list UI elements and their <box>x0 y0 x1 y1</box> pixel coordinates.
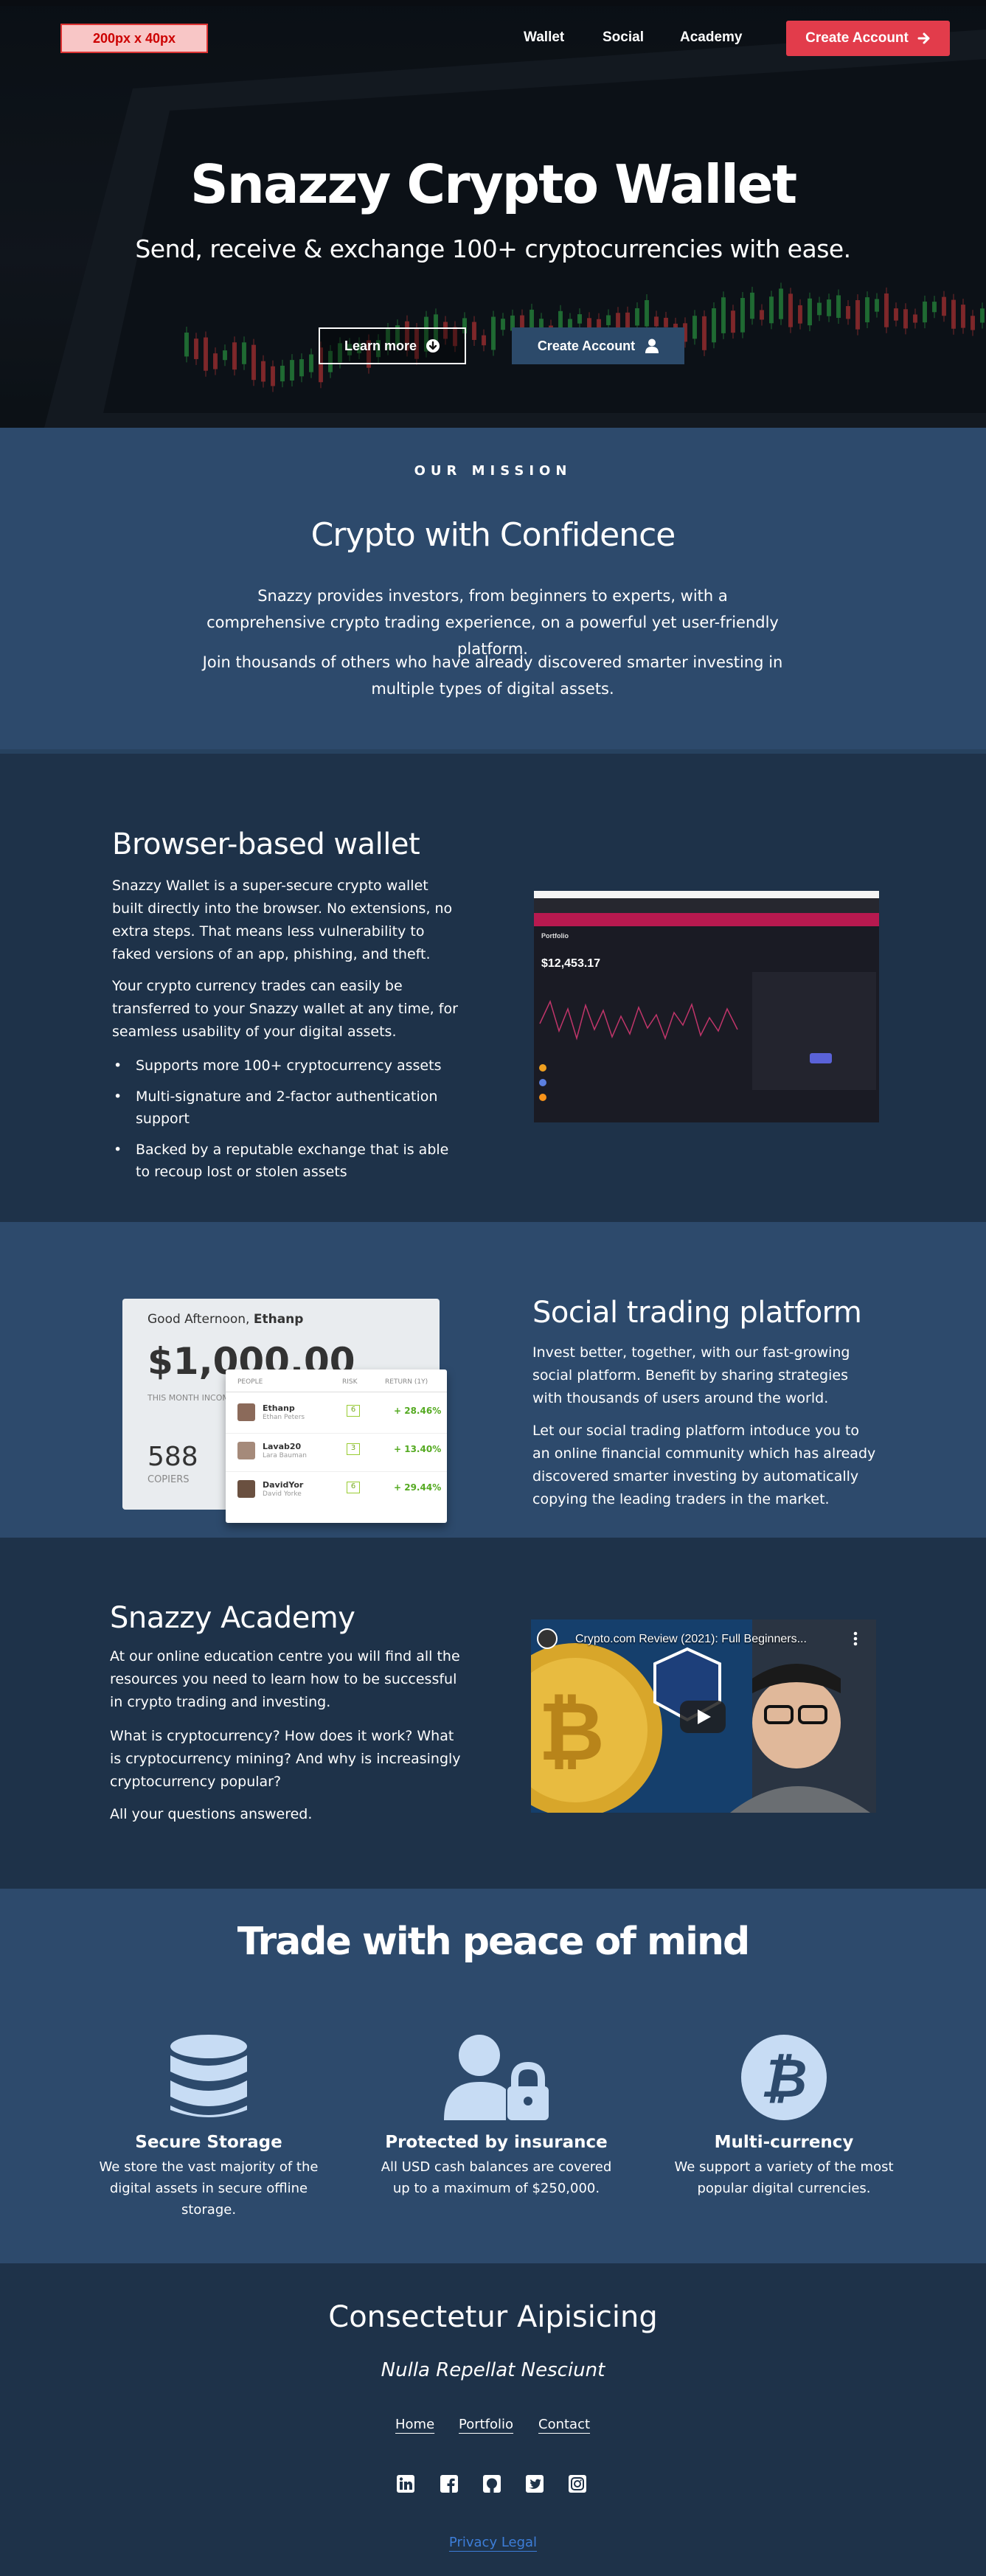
feature-title: Multi-currency <box>714 2133 854 2152</box>
svg-text:₿: ₿ <box>538 1684 605 1779</box>
nav-social[interactable]: Social <box>603 29 644 46</box>
channel-avatar[interactable] <box>537 1628 558 1649</box>
wallet-paragraph-2: Your crypto currency trades can easily b… <box>112 978 458 1040</box>
feature-description: All USD cash balances are covered up to … <box>381 2159 612 2196</box>
user-lock-icon <box>444 2035 549 2120</box>
privacy-legal-link[interactable]: Privacy Legal <box>0 2535 986 2550</box>
hero-section: 200px x 40px Wallet Social Academy Creat… <box>0 0 986 428</box>
hero-create-account-label: Create Account <box>537 338 636 353</box>
footer: Consectetur Aipisicing Nulla Repellat Ne… <box>0 2263 986 2576</box>
github-icon[interactable] <box>482 2474 501 2493</box>
svg-text:₿: ₿ <box>760 2047 807 2109</box>
hero-subtitle: Send, receive & exchange 100+ cryptocurr… <box>135 235 851 263</box>
footer-link-contact[interactable]: Contact <box>538 2417 590 2432</box>
social-section: Good Afternoon, Ethanp $1,000.00 THIS MO… <box>0 1222 986 1538</box>
wallet-app-screenshot: Portfolio $12,453.17 <box>534 891 879 1122</box>
twitter-icon[interactable] <box>525 2474 544 2493</box>
avatar <box>237 1442 255 1459</box>
logo-placeholder[interactable]: 200px x 40px <box>60 24 208 53</box>
academy-title: Snazzy Academy <box>110 1601 355 1635</box>
user-icon <box>645 339 659 353</box>
card-copiers: 588 <box>147 1442 198 1472</box>
arrow-circle-down-icon <box>426 339 440 353</box>
academy-section: Snazzy Academy At our online education c… <box>0 1538 986 1889</box>
more-options-icon[interactable] <box>848 1630 863 1648</box>
hero-create-account-button[interactable]: Create Account <box>512 327 684 364</box>
footer-link-home[interactable]: Home <box>395 2417 434 2432</box>
card-amount-label: THIS MONTH INCOME <box>147 1393 235 1403</box>
list-item: Backed by a reputable exchange that is a… <box>112 1139 466 1183</box>
mission-paragraph-2: Join thousands of others who have alread… <box>202 653 783 698</box>
social-paragraph-2: Let our social trading platform intoduce… <box>532 1423 876 1507</box>
video-title[interactable]: Crypto.com Review (2021): Full Beginners… <box>575 1633 807 1646</box>
avatar <box>237 1403 255 1421</box>
footer-link-portfolio[interactable]: Portfolio <box>459 2417 513 2432</box>
database-icon <box>170 2035 247 2117</box>
social-title: Social trading platform <box>532 1296 862 1330</box>
mission-eyebrow: OUR MISSION <box>414 463 572 479</box>
screenshot-tab: Portfolio <box>541 932 569 940</box>
trade-title: Trade with peace of mind <box>237 1920 750 1964</box>
card-username: Ethanp <box>253 1312 304 1327</box>
social-traders-table: PEOPLE RISK RETURN (1Y) Ethanp Ethan Pet… <box>226 1369 447 1523</box>
facebook-icon[interactable] <box>440 2474 459 2493</box>
footer-title: Consectetur Aipisicing <box>328 2300 658 2334</box>
wallet-feature-list: Supports more 100+ cryptocurrency assets… <box>112 1055 466 1192</box>
academy-paragraph-1: At our online education centre you will … <box>110 1648 460 1710</box>
nav-wallet[interactable]: Wallet <box>524 29 564 46</box>
feature-description: We store the vast majority of the digita… <box>99 2159 319 2218</box>
social-paragraph-1: Invest better, together, with our fast-g… <box>532 1344 850 1406</box>
bitcoin-icon: ₿ <box>741 2035 827 2120</box>
list-item: Multi-signature and 2-factor authenticat… <box>112 1086 466 1130</box>
academy-paragraph-3: All your questions answered. <box>110 1806 313 1822</box>
feature-insurance: Protected by insurance All USD cash bala… <box>378 2033 614 2199</box>
academy-video-player[interactable]: ₿ Crypto.com Review (2021): Full Beginne… <box>531 1619 876 1813</box>
feature-description: We support a variety of the most popular… <box>674 2159 894 2196</box>
feature-multi-currency: ₿ Multi-currency We support a variety of… <box>666 2033 902 2199</box>
list-item: Supports more 100+ cryptocurrency assets <box>112 1055 466 1077</box>
feature-secure-storage: Secure Storage We store the vast majorit… <box>91 2033 327 2221</box>
academy-paragraph-2: What is cryptocurrency? How does it work… <box>110 1728 461 1790</box>
card-copiers-label: COPIERS <box>147 1474 190 1485</box>
footer-tagline: Nulla Repellat Nesciunt <box>381 2359 605 2381</box>
trade-section: Trade with peace of mind Secure Storage … <box>0 1889 986 2263</box>
wallet-paragraph-1: Snazzy Wallet is a super-secure crypto w… <box>112 878 453 962</box>
feature-title: Secure Storage <box>135 2133 282 2152</box>
linkedin-icon[interactable] <box>396 2474 415 2493</box>
wallet-section: Browser-based wallet Snazzy Wallet is a … <box>0 754 986 1222</box>
wallet-title: Browser-based wallet <box>112 827 420 861</box>
play-icon <box>680 1701 726 1733</box>
card-greeting: Good Afternoon, <box>147 1312 250 1327</box>
feature-title: Protected by insurance <box>385 2133 608 2152</box>
screenshot-balance: $12,453.17 <box>541 957 601 970</box>
instagram-icon[interactable] <box>568 2474 587 2493</box>
arrow-right-icon <box>917 32 930 44</box>
play-button[interactable] <box>680 1701 726 1733</box>
learn-more-label: Learn more <box>344 338 417 353</box>
mission-section: OUR MISSION Crypto with Confidence Snazz… <box>0 428 986 754</box>
header-create-account-button[interactable]: Create Account <box>786 21 950 56</box>
header-create-account-label: Create Account <box>805 30 909 46</box>
mission-title: Crypto with Confidence <box>310 516 676 554</box>
nav-academy[interactable]: Academy <box>680 29 743 46</box>
hero-title: Snazzy Crypto Wallet <box>190 153 797 215</box>
learn-more-button[interactable]: Learn more <box>319 327 466 364</box>
avatar <box>237 1480 255 1498</box>
